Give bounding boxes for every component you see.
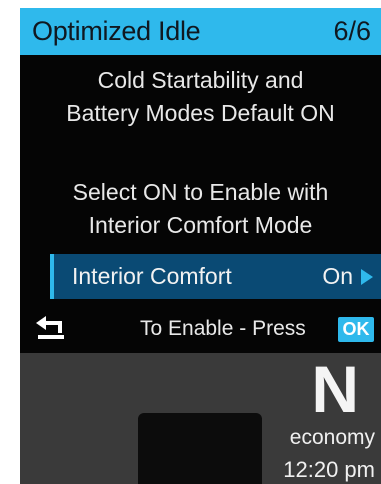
status-display-box [138, 413, 262, 484]
header-bar: Optimized Idle 6/6 [20, 8, 381, 55]
gear-indicator: N [311, 352, 359, 426]
enable-hint: To Enable - Press [140, 317, 306, 340]
info-message-line-1: Cold Startability and [97, 67, 304, 93]
ok-button[interactable]: OK [338, 317, 374, 342]
instruction-message: Select ON to Enable with Interior Comfor… [20, 176, 381, 242]
page-indicator: 6/6 [333, 16, 371, 46]
page-title: Optimized Idle [32, 16, 201, 46]
drive-mode: economy [289, 426, 375, 449]
info-message: Cold Startability and Battery Modes Defa… [20, 64, 381, 130]
instruction-message-line-1: Select ON to Enable with [72, 179, 329, 205]
option-value: On [322, 263, 353, 289]
interior-comfort-option[interactable]: Interior Comfort On [50, 254, 381, 299]
status-panel: N economy 12:20 pm [20, 352, 381, 484]
right-triangle-icon [361, 269, 373, 285]
clock-time: 12:20 pm [283, 457, 375, 482]
instruction-message-line-2: Interior Comfort Mode [88, 212, 313, 238]
info-message-line-2: Battery Modes Default ON [66, 100, 335, 126]
option-label: Interior Comfort [72, 263, 232, 289]
back-arrow-icon[interactable] [36, 316, 66, 342]
display-screen: Optimized Idle 6/6 Cold Startability and… [20, 8, 381, 484]
